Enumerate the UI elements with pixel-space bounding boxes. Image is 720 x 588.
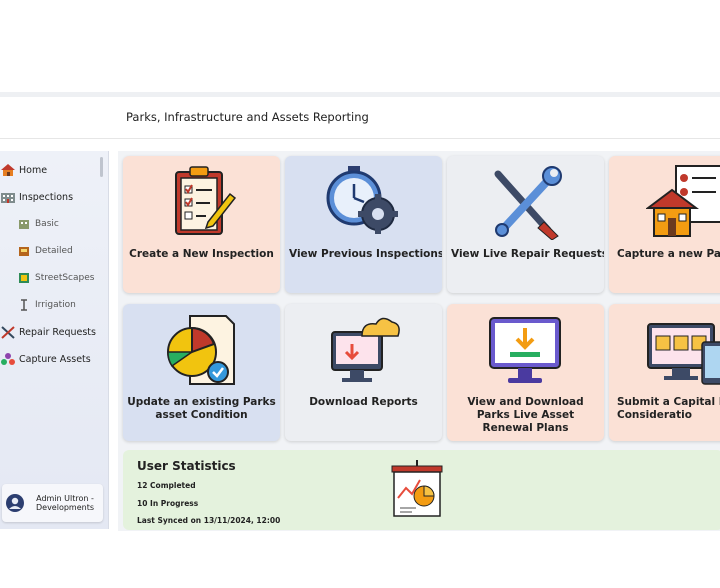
detailed-icon [19,247,29,256]
irrigation-icon [21,299,27,311]
house-document-icon [646,165,720,237]
tile-label: Capture a new Park [617,248,720,260]
stats-last-synced: Last Synced on 13/11/2024, 12:00 [137,516,281,525]
pie-report-icon [167,315,235,385]
tile-capture-park[interactable]: Capture a new Park [609,156,720,293]
sidebar-item-label: Capture Assets [19,353,91,365]
sidebar-item-irrigation[interactable]: Irrigation [16,298,76,312]
tile-submit-capital-request[interactable]: Submit a Capital Re for Consideratio [609,304,720,441]
tile-label: Download Reports [309,396,418,408]
tile-label: View Live Repair Requests [451,248,604,260]
avatar [6,494,24,512]
tile-create-inspection[interactable]: Create a New Inspection [123,156,280,293]
app-header: Parks, Infrastructure and Assets Reporti… [0,97,720,139]
user-name: Admin Ultron - Developments [35,494,95,512]
home-icon [1,164,15,176]
sidebar-item-basic[interactable]: Basic [16,217,59,231]
presentation-chart-icon [391,460,443,517]
stopwatch-gear-icon [326,166,398,234]
repair-icon [1,326,15,339]
monitor-phone-icon [647,323,720,385]
monitor-download-icon [489,317,561,383]
sidebar-item-home[interactable]: Home [0,163,47,177]
user-profile[interactable]: Admin Ultron - Developments [2,484,103,522]
streetscapes-icon [19,273,29,283]
sidebar-item-label: Basic [35,219,59,229]
sidebar-item-streetscapes[interactable]: StreetScapes [16,271,94,285]
clipboard-checklist-icon [175,166,237,235]
stats-title: User Statistics [137,459,236,473]
cloud-monitor-icon [331,317,400,382]
stats-in-progress: 10 In Progress [137,499,199,508]
stats-completed: 12 Completed [137,481,196,490]
sidebar-item-label: Inspections [19,191,74,203]
sidebar-scrollbar[interactable] [100,157,103,177]
tile-asset-renewal-plans[interactable]: View and Download Parks Live Asset Renew… [447,304,604,441]
sidebar-item-capture-assets[interactable]: Capture Assets [0,352,91,366]
tile-label: Update an existing Parks asset Condition [127,396,276,421]
sidebar-item-inspections[interactable]: Inspections [0,190,73,204]
sidebar-item-label: Detailed [35,246,73,256]
page-title: Parks, Infrastructure and Assets Reporti… [126,110,369,124]
tile-label: View and Download Parks Live Asset Renew… [467,396,584,434]
capture-assets-icon [1,353,15,365]
sidebar-item-label: Irrigation [35,300,76,310]
sidebar-item-repair-requests[interactable]: Repair Requests [0,325,96,339]
tile-download-reports[interactable]: Download Reports [285,304,442,441]
user-statistics-panel: User Statistics 12 Completed 10 In Progr… [123,450,720,530]
tile-update-asset-condition[interactable]: Update an existing Parks asset Condition [123,304,280,441]
sidebar [0,151,109,529]
wrench-screwdriver-icon [494,166,562,240]
sidebar-item-label: Home [19,164,48,176]
tile-label: View Previous Inspections [289,248,442,260]
sidebar-item-detailed[interactable]: Detailed [16,244,73,258]
inspections-icon [1,193,15,203]
sidebar-item-label: Repair Requests [19,326,96,338]
sidebar-item-label: StreetScapes [35,273,95,283]
tile-label: Submit a Capital Re for Consideratio [617,396,720,421]
tile-previous-inspections[interactable]: View Previous Inspections [285,156,442,293]
tile-label: Create a New Inspection [129,248,274,260]
basic-icon [19,220,29,229]
tile-live-repair-requests[interactable]: View Live Repair Requests [447,156,604,293]
